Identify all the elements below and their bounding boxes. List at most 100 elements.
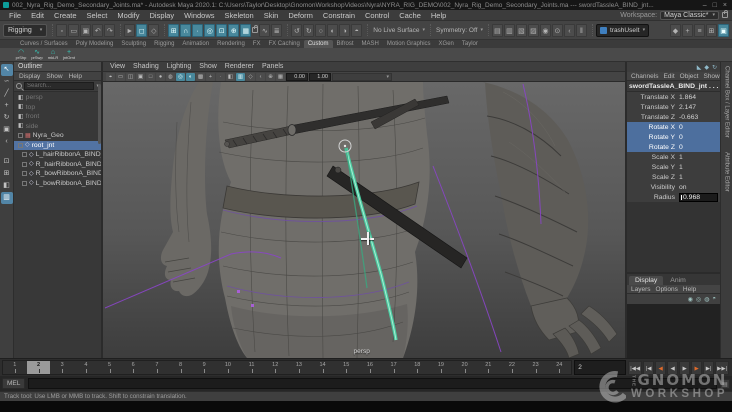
status-icon[interactable]: ▫ (56, 23, 68, 37)
frame-tick[interactable]: 13 (287, 361, 311, 374)
channel-row[interactable]: Scale Y 1 (627, 162, 720, 172)
status-icon[interactable]: ▭ (68, 23, 80, 37)
viewport-toolbar-icon[interactable]: ▦ (276, 72, 285, 81)
viewport-toolbar-icon[interactable]: ◍ (166, 72, 175, 81)
menu-item[interactable]: Deform (283, 11, 318, 20)
expand-box-icon[interactable] (18, 133, 23, 139)
render-icon[interactable]: ‖ (575, 23, 587, 37)
channel-box-icon[interactable]: ↻ (712, 64, 717, 71)
viewport-menu-item[interactable]: Lighting (164, 63, 195, 70)
channel-box-menu-item[interactable]: Object (678, 73, 701, 80)
channel-box-menu-item[interactable]: Channels (629, 73, 660, 80)
script-editor-icon[interactable]: ▤ (720, 378, 730, 389)
expand-box-icon[interactable] (18, 142, 23, 148)
tool-icon[interactable]: ╱ (1, 88, 13, 100)
symmetry-icon[interactable]: ↺ (291, 23, 303, 37)
channel-row[interactable]: Translate Z -0.663 (627, 112, 720, 122)
layer-editor-tab[interactable]: Anim (664, 276, 692, 285)
outliner-menu-item[interactable]: Show (44, 73, 64, 80)
frame-tick[interactable]: 20 (453, 361, 477, 374)
menu-item[interactable]: Constrain (318, 11, 360, 20)
expand-box-icon[interactable] (22, 180, 27, 186)
snap-icon[interactable]: ∙ (192, 23, 204, 37)
channel-value[interactable]: 1 (679, 164, 720, 171)
outliner-header[interactable]: Outliner (14, 62, 101, 72)
time-slider[interactable]: 1 2 3 4 5 6 7 8 9 10 11 12 13 14 15 16 1… (2, 360, 573, 375)
channel-row[interactable]: Radius 0.968 (627, 192, 720, 202)
viewport-toolbar-icon[interactable]: ▥ (236, 72, 245, 81)
frame-tick[interactable]: 15 (334, 361, 358, 374)
selection-mask-icon[interactable]: ◇ (148, 23, 160, 37)
menu-item[interactable]: Cache (394, 11, 426, 20)
menu-item[interactable]: Control (360, 11, 394, 20)
viewport-menu-item[interactable]: Panels (259, 63, 286, 70)
outliner-item[interactable]: persp (14, 93, 101, 103)
shelf-tab[interactable]: Motion Graphics (383, 40, 435, 48)
symmetry-label[interactable]: Symmetry: Off (434, 27, 479, 34)
viewport-toolbar-icon[interactable]: ⌖ (106, 72, 115, 81)
sidebar-toggle-icon[interactable]: ◆ (670, 23, 681, 37)
layer-editor-menu-item[interactable]: Layers (629, 286, 653, 293)
sidebar-toggle-icon[interactable]: ▣ (718, 23, 729, 37)
channel-row[interactable]: Rotate Z 0 (627, 142, 720, 152)
tool-icon[interactable]: ∽ (1, 76, 13, 88)
render-icon[interactable]: ▨ (527, 23, 539, 37)
menu-item[interactable]: Skeleton (220, 11, 259, 20)
selection-mask-icon[interactable]: ◻ (136, 23, 148, 37)
menu-item[interactable]: Help (426, 11, 451, 20)
symmetry-icon[interactable]: ◐ (327, 23, 339, 37)
shelf-tab[interactable]: Rigging (150, 40, 178, 48)
shelf-button[interactable]: ⌂ mkLR (46, 48, 60, 61)
sidebar-toggle-icon[interactable]: ⊞ (706, 23, 717, 37)
channel-value[interactable]: 0 (679, 134, 720, 141)
channel-value[interactable]: 2.147 (679, 104, 720, 111)
viewport-toolbar-icon[interactable]: ‹ (256, 72, 265, 81)
outliner-item[interactable]: R_bowRibbonA_BIND_jnt (14, 169, 101, 179)
expand-box-icon[interactable] (22, 161, 27, 167)
viewport-toolbar-icon[interactable]: ● (156, 72, 165, 81)
frame-tick[interactable]: 19 (429, 361, 453, 374)
layer-toolbar-icon[interactable]: ◓ (712, 296, 716, 302)
shelf-tab[interactable]: Sculpting (117, 40, 150, 48)
render-icon[interactable]: ‹ (563, 23, 575, 37)
viewport-toolbar-icon[interactable]: ◫ (126, 72, 135, 81)
status-icon[interactable]: ▣ (80, 23, 92, 37)
outliner-item[interactable]: R_hairRibbonA_BIND_jnt (14, 160, 101, 170)
menu-item[interactable]: Select (82, 11, 113, 20)
menu-item[interactable]: Edit (26, 11, 49, 20)
shelf-tab[interactable]: XGen (435, 40, 458, 48)
command-line-input[interactable] (28, 378, 717, 389)
frame-tick[interactable]: 4 (74, 361, 98, 374)
menu-set-selector[interactable]: Rigging ▾ (3, 23, 48, 37)
symmetry-icon[interactable]: ◓ (351, 23, 363, 37)
viewport-toolbar-icon[interactable]: + (206, 72, 215, 81)
close-button[interactable]: × (723, 2, 727, 9)
frame-tick[interactable]: 6 (121, 361, 145, 374)
layout-button[interactable]: ⊡ (1, 156, 13, 168)
shelf-tab[interactable]: Curves / Surfaces (16, 40, 72, 48)
tab-attribute-editor[interactable]: Attribute Editor (724, 152, 730, 192)
playback-button[interactable]: ▶ (691, 360, 703, 375)
viewport-toolbar-icon[interactable]: ◐ (186, 72, 195, 81)
frame-tick[interactable]: 11 (240, 361, 264, 374)
layer-toolbar-icon[interactable]: ◉ (688, 296, 693, 303)
symmetry-icon[interactable]: ◑ (339, 23, 351, 37)
channel-row[interactable]: Scale Z 1 (627, 172, 720, 182)
layout-button[interactable]: ⊞ (1, 168, 13, 180)
no-live-surface-label[interactable]: No Live Surface (371, 27, 421, 34)
viewport-toolbar-icon[interactable]: □ (146, 72, 155, 81)
frame-tick[interactable]: 8 (169, 361, 193, 374)
viewport-menu-item[interactable]: View (107, 63, 128, 70)
tool-icon[interactable]: ↻ (1, 112, 13, 124)
snap-icon[interactable]: ∩ (180, 23, 192, 37)
viewport-toolbar-icon[interactable]: ∙ (216, 72, 225, 81)
tool-icon[interactable]: ↖ (0, 64, 13, 76)
snap-icon[interactable]: ⊡ (216, 23, 228, 37)
gamma-field[interactable]: 1.00 (309, 72, 331, 81)
layer-editor-menu-item[interactable]: Help (681, 286, 698, 293)
frame-tick[interactable]: 22 (500, 361, 524, 374)
sidebar-toggle-icon[interactable]: + (682, 23, 693, 37)
channel-value[interactable]: on (679, 184, 720, 191)
viewport-toolbar-icon[interactable]: ▭ (116, 72, 125, 81)
viewport-menu-item[interactable]: Shading (130, 63, 162, 70)
